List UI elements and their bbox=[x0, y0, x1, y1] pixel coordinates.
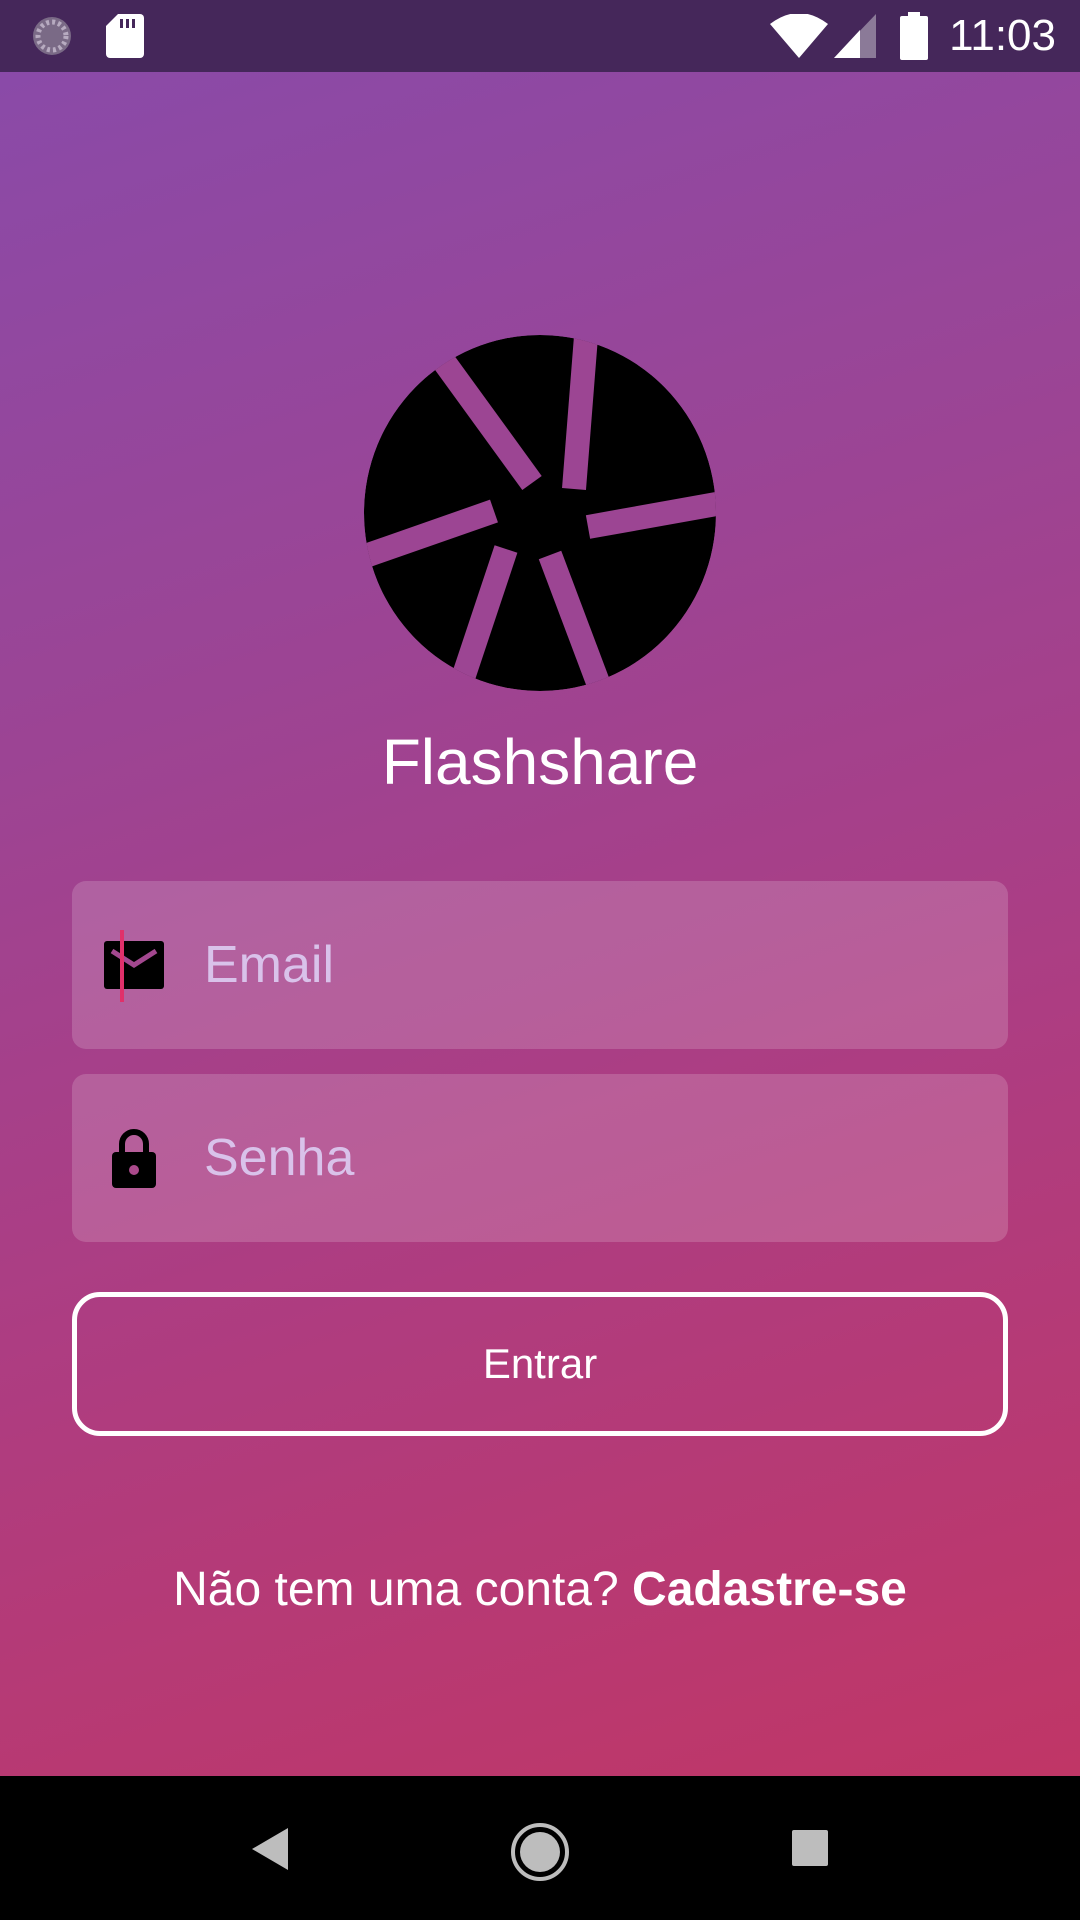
signup-prompt-row: Não tem uma conta? Cadastre-se bbox=[0, 1560, 1080, 1620]
login-screen: 11:03 Flashshare Email Entrar Não tem um… bbox=[0, 0, 1080, 1920]
app-title: Flashshare bbox=[381, 726, 699, 798]
cell-signal-icon bbox=[834, 14, 876, 58]
text-caret bbox=[120, 930, 124, 1002]
recents-icon[interactable] bbox=[790, 1828, 830, 1868]
mail-icon bbox=[104, 941, 164, 989]
email-field-container[interactable] bbox=[72, 881, 1008, 1049]
login-button-label: Entrar bbox=[482, 1340, 598, 1387]
camera-aperture-icon bbox=[364, 335, 716, 691]
password-input[interactable] bbox=[192, 1074, 972, 1242]
login-background: Flashshare Entrar Não tem uma conta? bbox=[0, 72, 1080, 1776]
battery-icon bbox=[900, 12, 928, 60]
navigation-bar bbox=[0, 1776, 1080, 1920]
home-icon[interactable] bbox=[508, 1820, 572, 1884]
sd-card-icon bbox=[106, 14, 144, 58]
signup-link[interactable]: Cadastre-se bbox=[632, 1563, 907, 1616]
signup-prompt: Não tem uma conta? bbox=[173, 1563, 619, 1616]
loading-icon bbox=[33, 17, 71, 55]
status-bar: 11:03 bbox=[0, 0, 1080, 72]
login-button[interactable]: Entrar bbox=[72, 1292, 1008, 1436]
back-icon[interactable] bbox=[246, 1824, 296, 1874]
email-input[interactable] bbox=[192, 881, 972, 1049]
status-time: 11:03 bbox=[949, 11, 1056, 60]
wifi-icon bbox=[770, 14, 828, 58]
lock-icon bbox=[112, 1129, 156, 1188]
password-field-container[interactable] bbox=[72, 1074, 1008, 1242]
